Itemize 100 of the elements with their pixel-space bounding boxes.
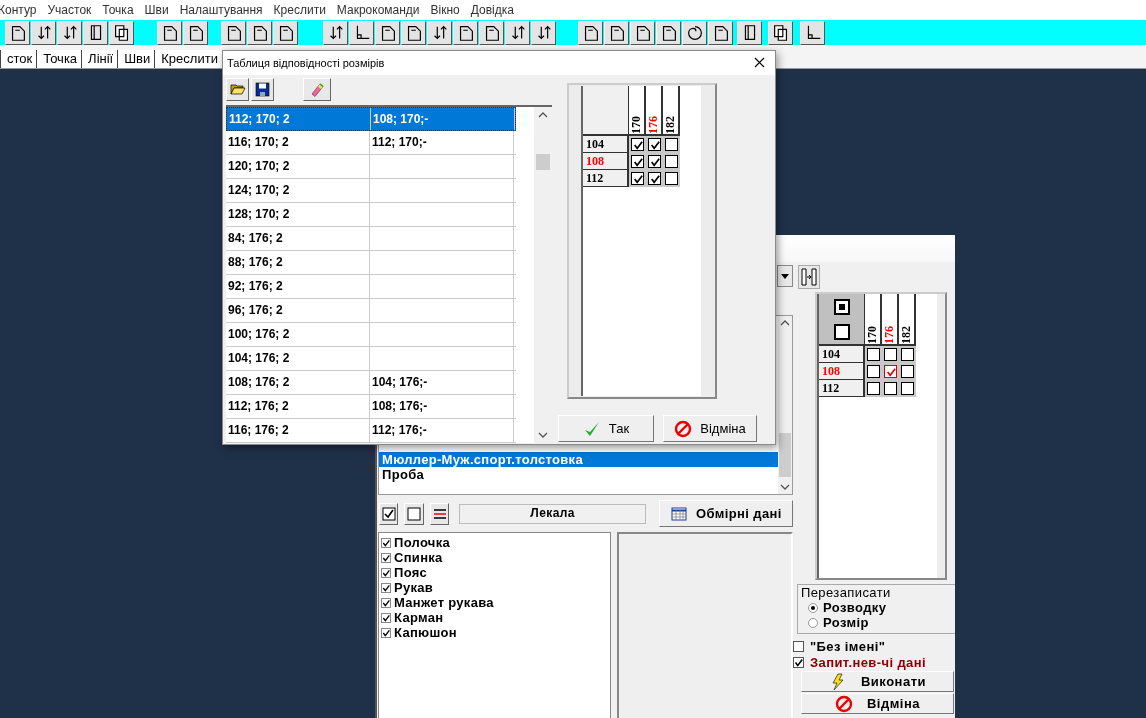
ok-button[interactable]: Так — [558, 415, 654, 442]
table-row[interactable]: 116; 176; 2 112; 176;- — [226, 419, 516, 443]
checkbox[interactable] — [631, 155, 644, 168]
checkbox[interactable] — [381, 597, 391, 608]
eraser-icon — [309, 81, 325, 97]
table-cell: 108; 176;- — [370, 395, 514, 418]
table-cell: 112; 176;- — [370, 419, 514, 442]
dialog-title: Таблиця відповідності розмірів — [227, 57, 385, 69]
table-row[interactable]: 92; 176; 2 — [226, 275, 516, 299]
checkbox[interactable] — [793, 640, 804, 652]
measurements-button[interactable]: Обмірні дані — [658, 500, 794, 527]
row-label: 108 — [819, 363, 865, 380]
checkbox[interactable] — [381, 612, 391, 623]
checkbox[interactable] — [867, 382, 880, 395]
table-row[interactable]: 128; 170; 2 — [226, 203, 516, 227]
checkbox[interactable] — [381, 537, 391, 548]
checkbox-label: Рукав — [394, 580, 434, 595]
table-cell: 108; 170;- — [371, 108, 515, 130]
table-row[interactable]: 100; 176; 2 — [226, 323, 516, 347]
scrollbar[interactable] — [534, 107, 552, 443]
checkbox[interactable] — [901, 348, 914, 361]
run-button[interactable]: Виконати — [801, 671, 954, 692]
checkbox-label: Манжет рукава — [394, 595, 494, 610]
scroll-thumb[interactable] — [779, 433, 791, 477]
menu-item[interactable]: Точка — [102, 3, 134, 17]
menu-item[interactable]: Макрокоманди — [336, 3, 420, 17]
table-row[interactable]: 84; 176; 2 — [226, 227, 516, 251]
toolbar-button[interactable] — [798, 265, 820, 289]
checkbox[interactable] — [884, 348, 897, 361]
select-all-icon[interactable] — [833, 298, 850, 315]
cancel-icon — [674, 419, 693, 438]
checkbox[interactable] — [648, 138, 661, 151]
menu-item[interactable]: Шви — [144, 3, 169, 17]
menu-item[interactable]: Участок — [47, 3, 92, 17]
checkbox[interactable] — [648, 155, 661, 168]
checkbox[interactable] — [665, 155, 678, 168]
checkbox-label: Полочка — [394, 535, 451, 550]
cancel-button[interactable]: Відміна — [663, 415, 757, 442]
dropdown-button[interactable] — [777, 265, 793, 287]
table-row[interactable]: 108; 176; 2 104; 176;- — [226, 371, 516, 395]
checkbox[interactable] — [648, 172, 661, 185]
checkbox[interactable] — [381, 552, 391, 563]
tab[interactable]: Шви — [117, 50, 155, 68]
menu-item[interactable]: Креслити — [273, 3, 326, 17]
table-row[interactable]: 124; 170; 2 — [226, 179, 516, 203]
checkbox-label: "Без імені" — [810, 638, 886, 654]
tab[interactable]: Креслити — [154, 50, 222, 68]
checkbox[interactable] — [867, 348, 880, 361]
check-all-button[interactable] — [379, 502, 399, 525]
checkbox[interactable] — [901, 365, 914, 378]
checkbox[interactable] — [381, 582, 391, 593]
checkbox[interactable] — [381, 627, 391, 638]
open-button[interactable] — [226, 77, 249, 101]
tab[interactable]: Точка — [36, 50, 82, 68]
menu-item[interactable]: Налаштування — [179, 3, 263, 17]
columns-arrow-icon — [801, 267, 817, 287]
tab[interactable]: Лінії — [81, 50, 118, 68]
row-label: 104 — [819, 346, 865, 363]
radio-label: Розмір — [823, 615, 869, 630]
checkbox[interactable] — [901, 382, 914, 395]
checkbox[interactable] — [884, 382, 897, 395]
list-item[interactable]: Мюллер-Муж.спорт.толстовка — [379, 452, 778, 467]
folder-icon — [229, 82, 246, 96]
cancel-button[interactable]: Відміна — [801, 693, 954, 714]
clear-all-icon[interactable] — [833, 323, 850, 340]
uncheck-all-button[interactable] — [404, 502, 424, 525]
section-label: Лекала — [459, 503, 646, 524]
table-row[interactable]: 116; 170; 2 112; 170;- — [226, 131, 516, 155]
checkbox[interactable] — [381, 567, 391, 578]
checkbox[interactable] — [631, 172, 644, 185]
menu-item[interactable]: Довідка — [470, 3, 514, 17]
table-cell: 124; 170; 2 — [226, 179, 370, 202]
table-row[interactable]: 96; 176; 2 — [226, 299, 516, 323]
table-row[interactable]: 112; 170; 2 108; 170;- — [226, 107, 516, 131]
table-row[interactable]: 104; 176; 2 — [226, 347, 516, 371]
save-button[interactable] — [251, 77, 274, 101]
radio-button[interactable] — [808, 617, 818, 628]
table-row[interactable]: 88; 176; 2 — [226, 251, 516, 275]
list-item[interactable]: Проба — [379, 467, 778, 482]
table-row[interactable]: 120; 170; 2 — [226, 155, 516, 179]
radio-button[interactable] — [808, 602, 818, 613]
tab[interactable]: сток — [0, 50, 37, 68]
table-cell: 88; 176; 2 — [226, 251, 370, 274]
column-label: 182 — [663, 115, 678, 134]
close-icon — [754, 57, 765, 68]
clear-button[interactable] — [303, 77, 331, 101]
table-cell: 84; 176; 2 — [226, 227, 370, 250]
lines-button[interactable] — [429, 502, 450, 525]
checkbox[interactable] — [631, 138, 644, 151]
scroll-thumb[interactable] — [536, 154, 550, 171]
menu-item[interactable]: Вікно — [430, 3, 460, 17]
table-row[interactable]: 112; 176; 2 108; 176;- — [226, 395, 516, 419]
table-cell: 116; 176; 2 — [226, 419, 370, 442]
checkbox[interactable] — [793, 656, 804, 668]
scrollbar[interactable] — [778, 316, 792, 494]
lines-icon — [432, 506, 447, 521]
checkbox[interactable] — [884, 365, 897, 378]
checkbox[interactable] — [867, 365, 880, 378]
checkbox[interactable] — [665, 172, 678, 185]
checkbox[interactable] — [665, 138, 678, 151]
